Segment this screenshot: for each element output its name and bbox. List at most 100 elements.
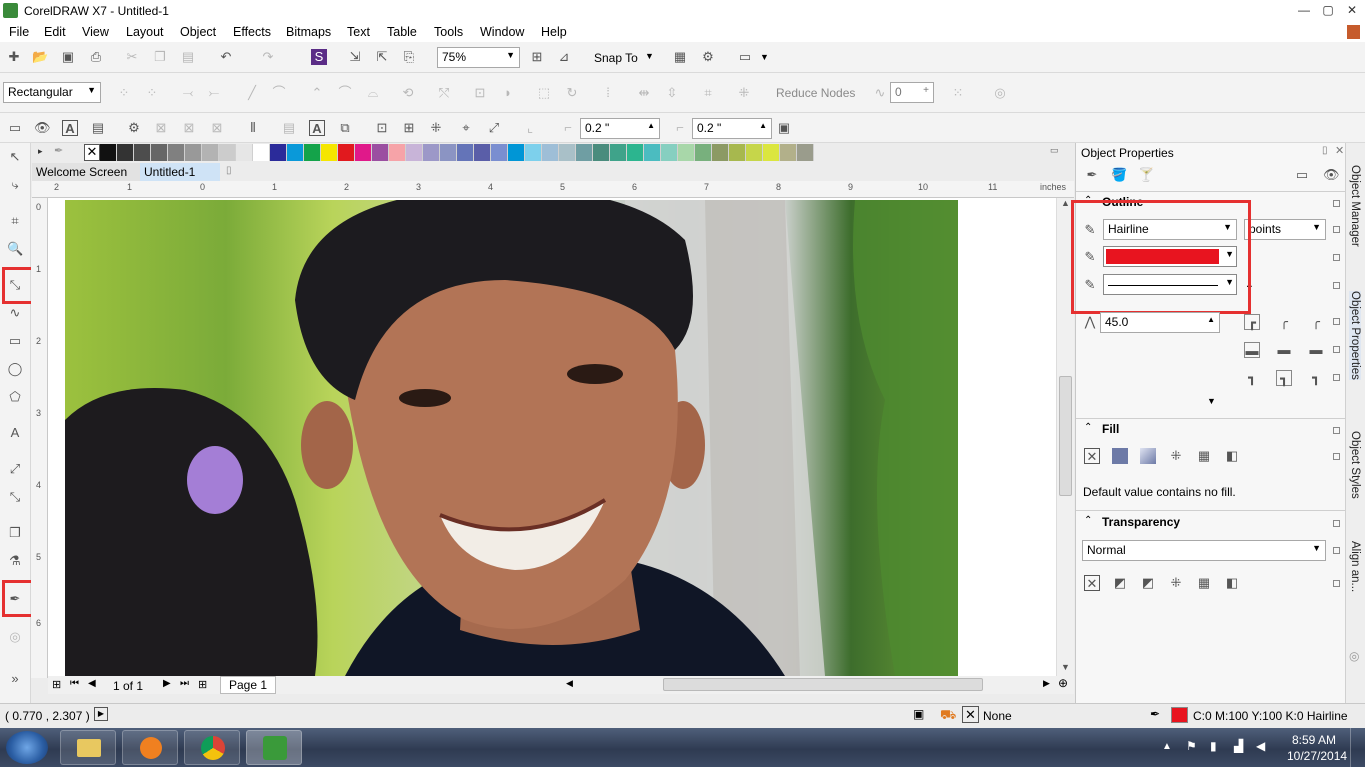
no-fill-icon[interactable]: ✕ [1084, 448, 1100, 464]
import-icon[interactable]: ⇲ [347, 49, 363, 65]
palette-swatch[interactable] [797, 144, 814, 161]
select-all-nodes-icon[interactable]: ⁜ [736, 85, 752, 101]
snap-to-chevron-icon[interactable]: ▼ [645, 51, 654, 61]
cut-icon[interactable]: ✂ [124, 49, 140, 65]
fountain-fill-icon[interactable] [1140, 448, 1156, 464]
outline-pin[interactable] [1333, 200, 1340, 207]
export-icon[interactable]: ⇱ [374, 49, 390, 65]
palette-more-icon[interactable]: ▭ [1050, 145, 1059, 156]
cap-round-icon[interactable]: ▬ [1276, 342, 1292, 358]
connector-tool-icon[interactable]: ⤡ [7, 489, 23, 505]
crop-tool-icon[interactable]: ⌗ [7, 213, 23, 229]
first-page-icon[interactable]: ⏮ [70, 678, 79, 689]
extend-curve-icon[interactable]: ⤲ [436, 85, 452, 101]
save-icon[interactable]: ▣ [60, 49, 76, 65]
line-style-pin[interactable] [1333, 282, 1340, 289]
explorer-taskbar-icon[interactable] [60, 730, 116, 765]
symmetrical-node-icon[interactable]: ⌓ [365, 85, 381, 101]
welcome-screen-icon[interactable]: ▦ [672, 49, 688, 65]
palette-swatch[interactable] [746, 144, 763, 161]
text-a-icon[interactable]: A [62, 120, 78, 136]
add-page-before-icon[interactable]: ⊞ [52, 678, 61, 691]
palette-swatch[interactable] [457, 144, 474, 161]
palette-swatch[interactable] [695, 144, 712, 161]
avast-taskbar-icon[interactable] [122, 730, 178, 765]
smooth-node-icon[interactable]: ⌒ [337, 85, 353, 101]
two-color-fill-icon[interactable]: ◧ [1224, 448, 1240, 464]
palette-swatch[interactable] [406, 144, 423, 161]
delete-node-icon[interactable]: ⁘ [144, 85, 160, 101]
redo-icon[interactable]: ↷ [260, 49, 276, 65]
reverse-direction-icon[interactable]: ⟲ [400, 85, 416, 101]
palette-swatch[interactable] [542, 144, 559, 161]
to-curve-icon[interactable]: ⌒ [271, 85, 287, 101]
fill-status-icon[interactable]: ⛟ [940, 707, 956, 725]
position-pin[interactable] [1333, 374, 1340, 381]
volume-icon[interactable]: ◀ [1256, 739, 1265, 753]
menu-effects[interactable]: Effects [233, 25, 271, 39]
weld-icon[interactable]: ⌞ [522, 120, 538, 136]
palette-swatch[interactable] [678, 144, 695, 161]
page-size-icon[interactable]: ▭ [7, 120, 23, 136]
docker-pin-icon[interactable]: ▯ [1322, 145, 1328, 156]
mirror-horizontal-icon[interactable]: ⇹ [636, 85, 652, 101]
clock-time[interactable]: 8:59 AM [1292, 733, 1336, 747]
convert-to-curves-icon[interactable]: ⧉ [337, 120, 353, 136]
palette-swatch[interactable] [627, 144, 644, 161]
transparency-mode-pin[interactable] [1333, 547, 1340, 554]
palette-swatch[interactable] [338, 144, 355, 161]
no-object-icon[interactable]: ◎ [992, 85, 1008, 101]
artistic-media-tool-icon[interactable]: ∿ [7, 305, 23, 321]
palette-swatch[interactable] [219, 144, 236, 161]
menu-edit[interactable]: Edit [44, 25, 66, 39]
palette-swatch[interactable] [712, 144, 729, 161]
join-nodes-icon[interactable]: ⤙ [180, 85, 196, 101]
zoom-tool-icon[interactable]: 🔍 [7, 241, 23, 257]
palette-swatch[interactable] [168, 144, 185, 161]
add-node-icon[interactable]: ⁘ [116, 85, 132, 101]
stretch-nodes-icon[interactable]: ⬚ [536, 85, 552, 101]
crop-disabled-icon[interactable]: ⊠ [153, 120, 169, 136]
show-rulers-icon[interactable]: ⊿ [556, 49, 572, 65]
collapse-fill-icon[interactable]: ⌃ [1084, 422, 1092, 433]
corner-bevel-icon[interactable]: ╭ [1308, 314, 1324, 330]
trim-disabled-icon[interactable]: ⊠ [181, 120, 197, 136]
docker-collapse-icon[interactable]: ◎ [1349, 649, 1359, 663]
palette-swatch[interactable] [729, 144, 746, 161]
fill-pin[interactable] [1333, 427, 1340, 434]
settings-gear-icon[interactable]: ⚙ [126, 120, 142, 136]
palette-swatch[interactable] [610, 144, 627, 161]
maximize-button[interactable]: ▢ [1319, 2, 1337, 18]
palette-swatch[interactable] [644, 144, 661, 161]
columns-icon[interactable]: ⦀ [245, 120, 261, 136]
tab-object-styles[interactable]: Object Styles [1349, 431, 1361, 499]
drop-shadow-tool-icon[interactable]: ❐ [7, 525, 23, 541]
scroll-up-icon[interactable]: ▲ [1061, 198, 1070, 208]
menu-table[interactable]: Table [387, 25, 417, 39]
transparency-glass-icon[interactable]: 🍸 [1138, 167, 1154, 183]
cusp-node-icon[interactable]: ⌃ [309, 85, 325, 101]
extract-subpath-icon[interactable]: ⊡ [472, 85, 488, 101]
vector-pattern-fill-icon[interactable]: ⁜ [1168, 448, 1184, 464]
miter-limit-field[interactable]: 45.0 ▲ [1100, 312, 1220, 333]
position-center-icon[interactable]: ┓ [1276, 370, 1292, 386]
super-nudge-field[interactable]: 0.2 " ▲ [692, 118, 772, 139]
palette-swatch[interactable] [423, 144, 440, 161]
paste-icon[interactable]: ▤ [180, 49, 196, 65]
show-desktop-button[interactable] [1350, 728, 1365, 767]
coreldraw-taskbar-icon[interactable] [246, 730, 302, 765]
palette-swatch[interactable] [389, 144, 406, 161]
outline-color-status-swatch[interactable] [1171, 707, 1188, 723]
position-outside-icon[interactable]: ┓ [1244, 370, 1260, 386]
last-page-icon[interactable]: ⏭ [180, 678, 189, 689]
open-icon[interactable]: 📂 [32, 49, 48, 65]
network-icon[interactable]: ▟ [1234, 739, 1243, 753]
palette-swatch[interactable] [117, 144, 134, 161]
unlock-object-icon[interactable]: ⤢ [486, 120, 502, 136]
nudge-distance-field[interactable]: 0.2 " ▲ [580, 118, 660, 139]
transparency-pin[interactable] [1333, 520, 1340, 527]
pick-tool-icon[interactable]: ↖ [7, 149, 23, 165]
polygon-tool-icon[interactable]: ⬠ [7, 389, 23, 405]
outline-pen-icon[interactable]: ✒ [1084, 167, 1100, 183]
two-color-transparency-icon[interactable]: ◧ [1224, 575, 1240, 591]
